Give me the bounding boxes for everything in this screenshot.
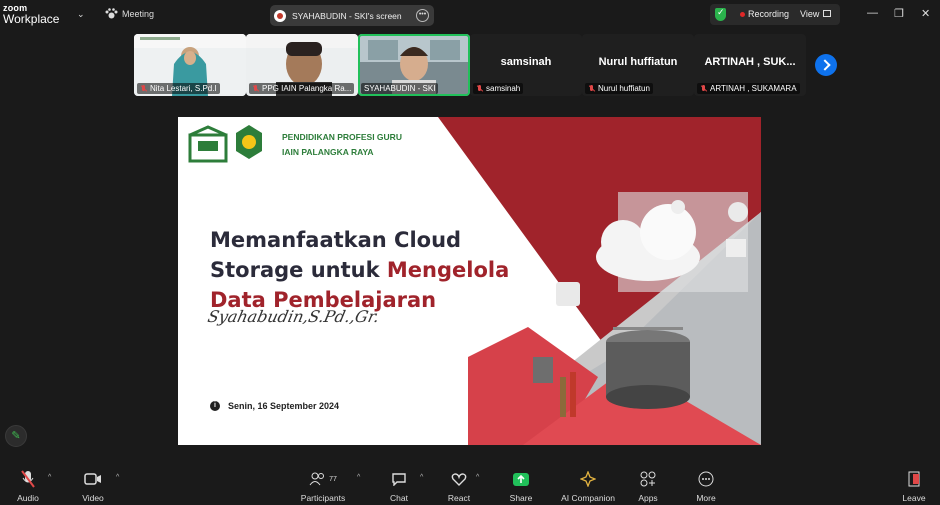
audio-options-caret[interactable]: ^: [48, 474, 51, 481]
org-line-2: IAIN PALANGKA RAYA: [282, 147, 374, 157]
shield-icon[interactable]: [715, 7, 726, 21]
share-label: SYAHABUDIN - SKI's screen: [292, 10, 402, 21]
mic-muted-icon: [700, 84, 707, 93]
minimize-icon[interactable]: —: [867, 7, 878, 19]
share-button[interactable]: Share: [506, 463, 536, 505]
author-signature: Syahabudin,S.Pd.,Gr.: [205, 307, 382, 326]
participant-display-name: samsinah: [500, 56, 552, 68]
annotate-pen-icon[interactable]: ✎: [5, 425, 27, 447]
video-tile-active-speaker[interactable]: SYAHABUDIN - SKI: [358, 34, 470, 96]
ai-companion-button[interactable]: AI Companion: [558, 463, 618, 505]
leave-button[interactable]: Leave: [899, 463, 929, 505]
slide-title: Memanfaatkan Cloud Storage untuk Mengelo…: [210, 228, 510, 312]
top-bar: zoom Workplace ⌄ Meeting SYAHABUDIN - SK…: [0, 0, 940, 30]
meeting-info-button[interactable]: Meeting: [105, 8, 154, 19]
info-icon: i: [210, 401, 220, 411]
mic-muted-icon: [140, 84, 147, 93]
more-button[interactable]: More: [691, 463, 721, 505]
video-button[interactable]: Video: [75, 463, 111, 505]
close-icon[interactable]: ✕: [921, 7, 930, 20]
participant-name: ARTINAH , SUKAMARA: [697, 83, 800, 94]
sparkle-icon: [580, 471, 596, 487]
chat-icon: [392, 473, 406, 486]
shared-screen-slide: PENDIDIKAN PROFESI GURU IAIN PALANGKA RA…: [178, 117, 761, 445]
app-logo-workplace: Workplace: [3, 12, 60, 26]
participant-name: Nita Lestari, S.Pd.I: [137, 83, 220, 94]
slide-date: i Senin, 16 September 2024: [210, 401, 339, 411]
apps-button[interactable]: Apps: [633, 463, 663, 505]
mic-muted-icon: [476, 84, 483, 93]
participants-icon: [309, 472, 325, 486]
mic-muted-icon: [588, 84, 595, 93]
participant-tile[interactable]: Nurul huffiatun Nurul huffiatun: [582, 34, 694, 96]
audio-button[interactable]: Audio: [10, 463, 46, 505]
participant-name: samsinah: [473, 83, 524, 94]
participant-name: Nurul huffiatun: [585, 83, 653, 94]
heart-icon: [451, 473, 467, 486]
more-options-icon[interactable]: •••: [416, 9, 429, 22]
mic-muted-icon: [21, 470, 35, 488]
screen-share-indicator[interactable]: SYAHABUDIN - SKI's screen •••: [270, 5, 434, 26]
paw-icon: [105, 8, 118, 19]
next-page-button[interactable]: [815, 54, 837, 76]
participant-tile[interactable]: ARTINAH , SUK... ARTINAH , SUKAMARA: [694, 34, 806, 96]
ppg-emblem: [236, 125, 262, 159]
grid-view-icon[interactable]: [823, 10, 831, 17]
video-tile[interactable]: PPG IAIN Palangka Ra...: [246, 34, 358, 96]
video-tile[interactable]: Nita Lestari, S.Pd.I: [134, 34, 246, 96]
chat-options-caret[interactable]: ^: [420, 474, 423, 481]
participant-name: PPG IAIN Palangka Ra...: [249, 83, 355, 94]
chevron-down-icon[interactable]: ⌄: [77, 9, 85, 20]
participant-tile[interactable]: samsinah samsinah: [470, 34, 582, 96]
participants-button[interactable]: 77 Participants: [298, 463, 348, 505]
recording-dot-icon: [740, 12, 745, 17]
share-icon: [274, 9, 286, 22]
react-button[interactable]: React: [444, 463, 474, 505]
chat-button[interactable]: Chat: [384, 463, 414, 505]
video-options-caret[interactable]: ^: [116, 474, 119, 481]
participant-display-name: Nurul huffiatun: [598, 56, 678, 68]
recording-label[interactable]: Recording: [748, 9, 789, 19]
participants-count: 77: [329, 475, 337, 483]
meeting-label: Meeting: [122, 8, 155, 19]
participant-display-name: ARTINAH , SUK...: [704, 56, 796, 68]
share-screen-icon: [513, 472, 529, 486]
mic-muted-icon: [252, 84, 259, 93]
participant-name: SYAHABUDIN - SKI: [361, 83, 439, 94]
status-area: Recording View: [710, 4, 840, 25]
leave-door-icon: [908, 471, 920, 487]
participants-options-caret[interactable]: ^: [357, 474, 360, 481]
react-options-caret[interactable]: ^: [476, 474, 479, 481]
school-logo: [188, 125, 228, 163]
more-icon: [698, 471, 714, 487]
org-line-1: PENDIDIKAN PROFESI GURU: [282, 132, 402, 142]
view-button[interactable]: View: [800, 9, 819, 19]
apps-icon: [640, 471, 656, 487]
video-camera-icon: [84, 473, 101, 485]
restore-icon[interactable]: ❐: [894, 7, 904, 20]
meeting-toolbar: Audio ^ Video ^ 77 Participants ^ Chat ^…: [0, 463, 940, 505]
